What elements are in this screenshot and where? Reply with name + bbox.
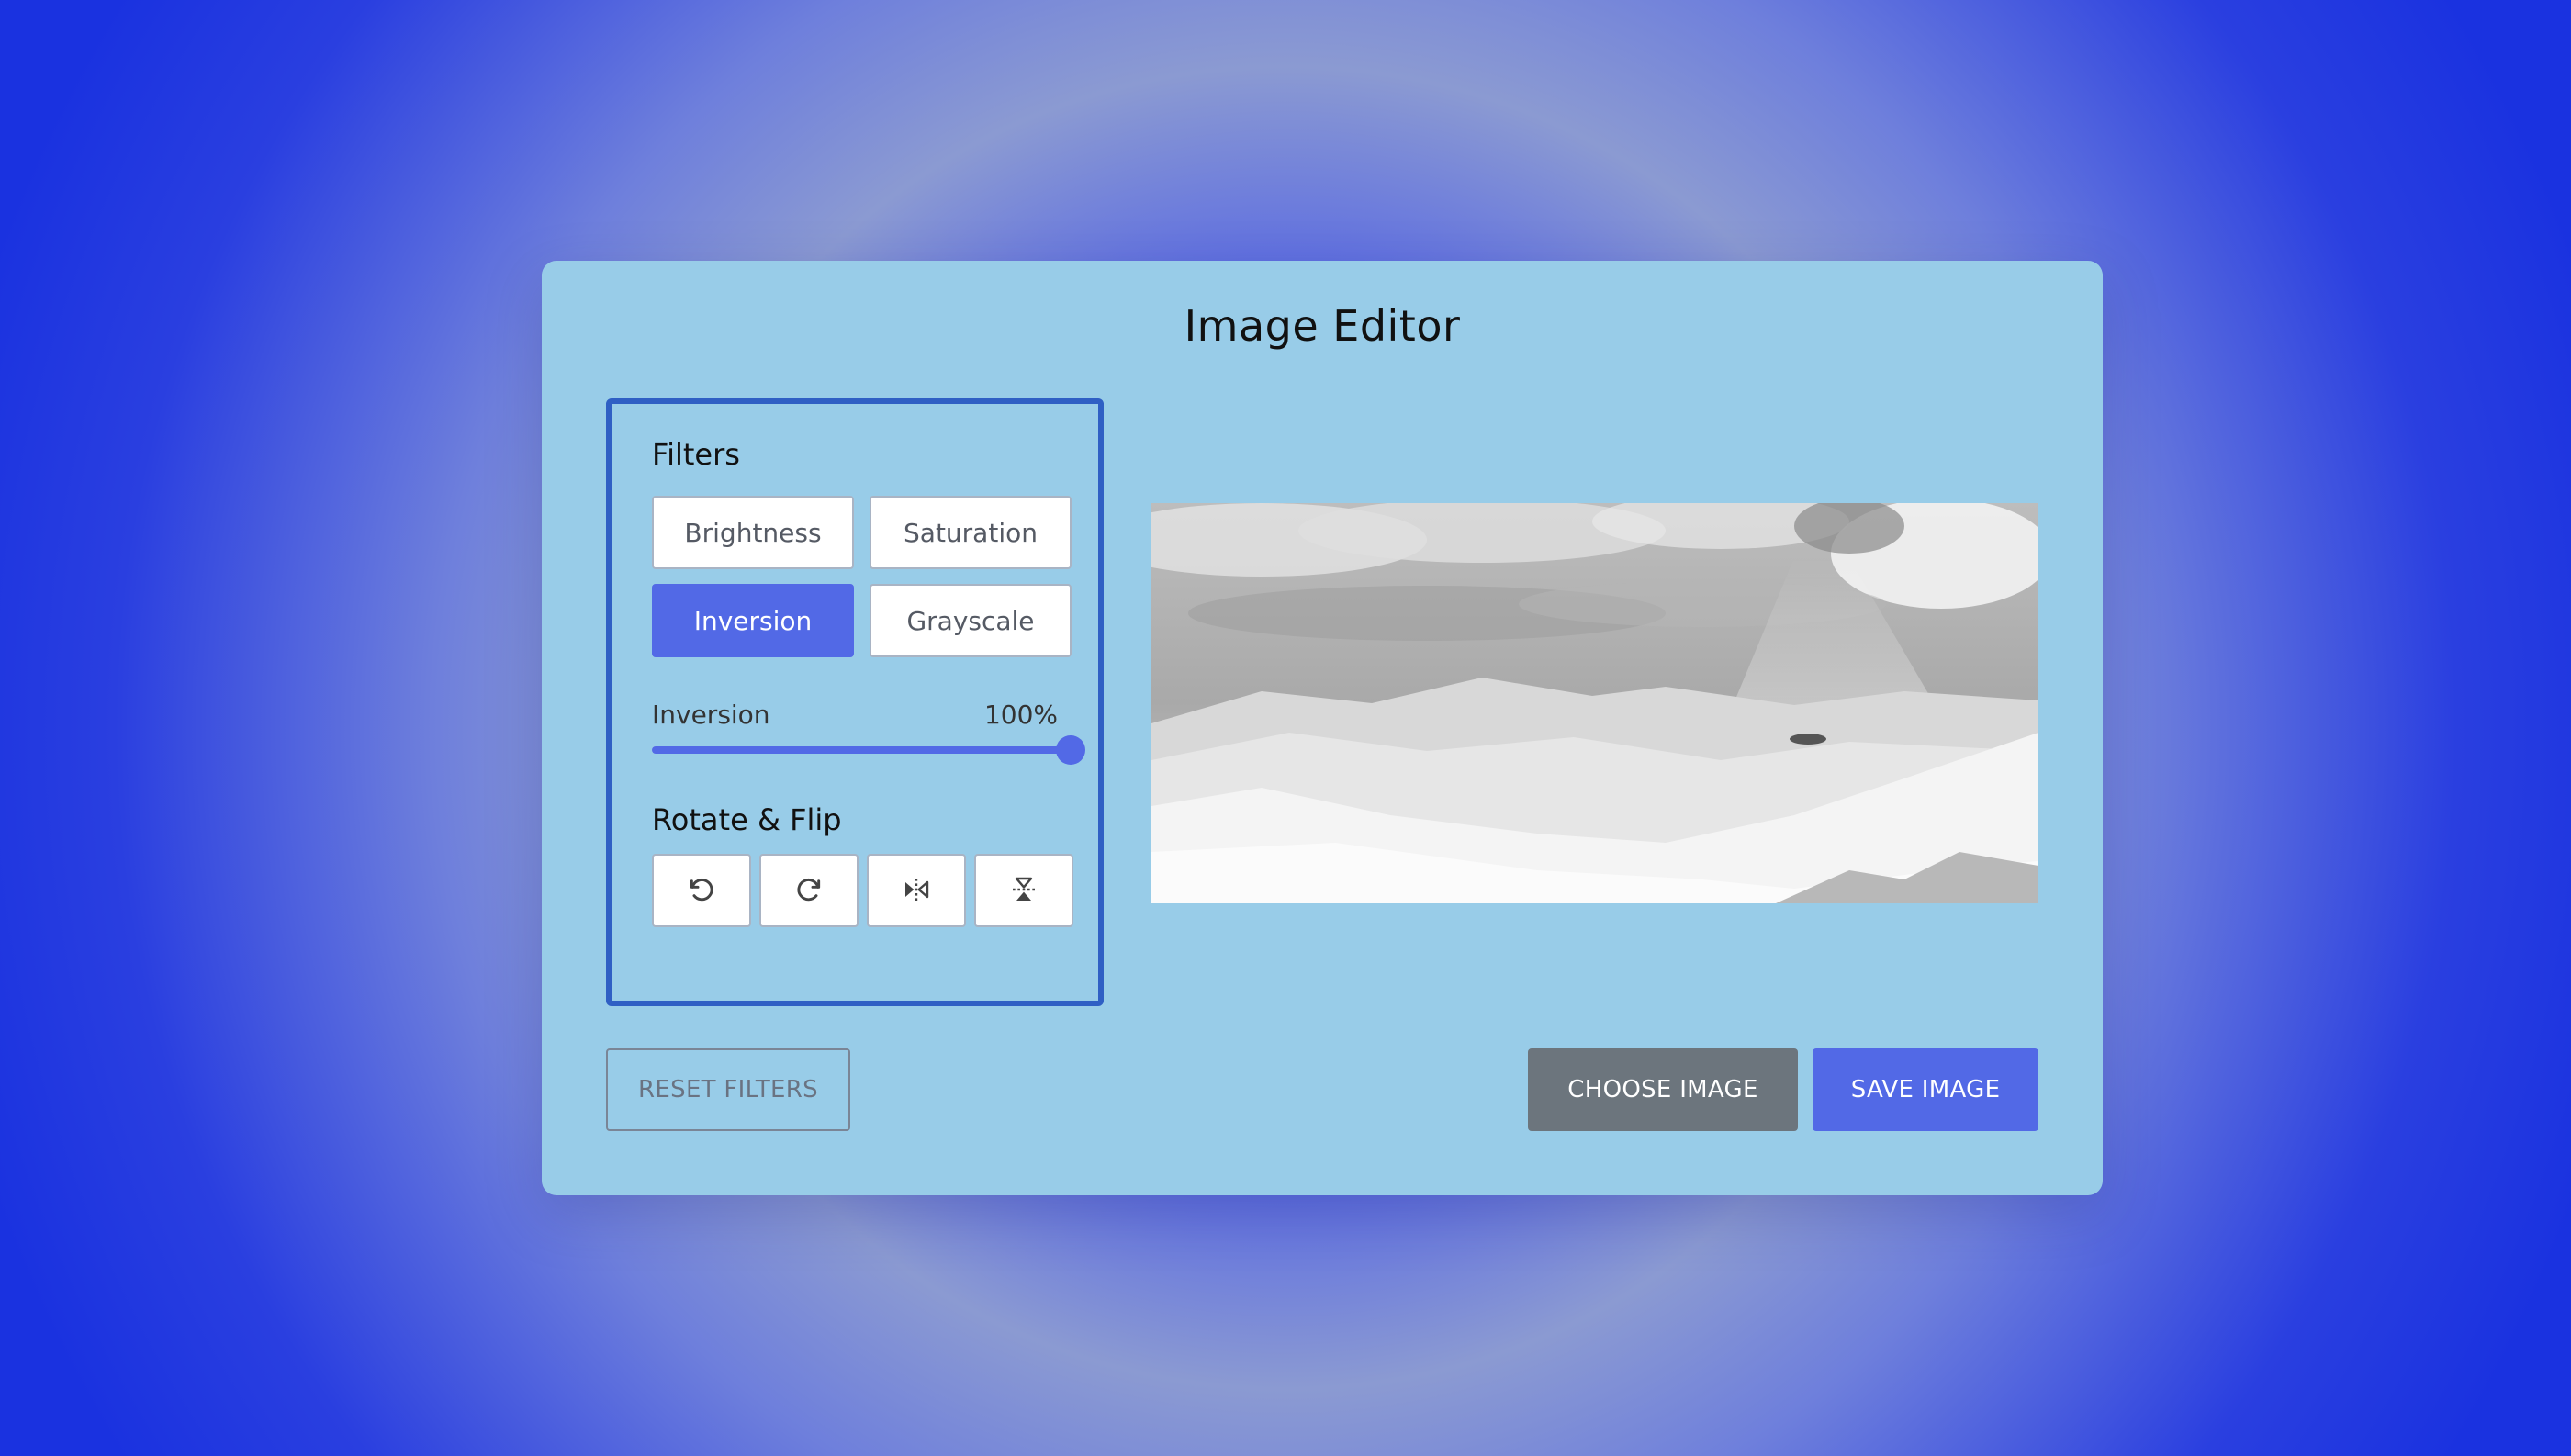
filter-saturation-button[interactable]: Saturation — [870, 496, 1072, 569]
rotate-right-icon — [794, 875, 824, 907]
rotate-left-icon — [687, 875, 716, 907]
flip-horizontal-button[interactable] — [867, 854, 966, 927]
page-title: Image Editor — [1184, 301, 1461, 351]
flip-vertical-button[interactable] — [974, 854, 1073, 927]
filters-heading: Filters — [652, 437, 740, 472]
choose-image-button[interactable]: CHOOSE IMAGE — [1528, 1048, 1798, 1131]
editor-panel: Filters Brightness Saturation Inversion … — [606, 398, 1104, 1006]
flip-vertical-icon — [1009, 875, 1039, 907]
slider-name: Inversion — [652, 700, 770, 730]
reset-filters-button[interactable]: RESET FILTERS — [606, 1048, 850, 1131]
filter-inversion-button[interactable]: Inversion — [652, 584, 854, 657]
rotate-flip-heading: Rotate & Flip — [652, 802, 842, 837]
filter-grayscale-button[interactable]: Grayscale — [870, 584, 1072, 657]
rotate-right-button[interactable] — [759, 854, 859, 927]
slider-fill — [652, 746, 1071, 754]
filter-brightness-button[interactable]: Brightness — [652, 496, 854, 569]
editor-card: Image Editor Filters Brightness Saturati… — [542, 261, 2103, 1195]
filter-slider[interactable] — [652, 735, 1085, 765]
slider-thumb[interactable] — [1056, 735, 1085, 765]
flip-horizontal-icon — [902, 875, 931, 907]
rotate-left-button[interactable] — [652, 854, 751, 927]
image-preview — [1151, 503, 2038, 903]
save-image-button[interactable]: SAVE IMAGE — [1813, 1048, 2038, 1131]
slider-value: 100% — [983, 700, 1058, 730]
